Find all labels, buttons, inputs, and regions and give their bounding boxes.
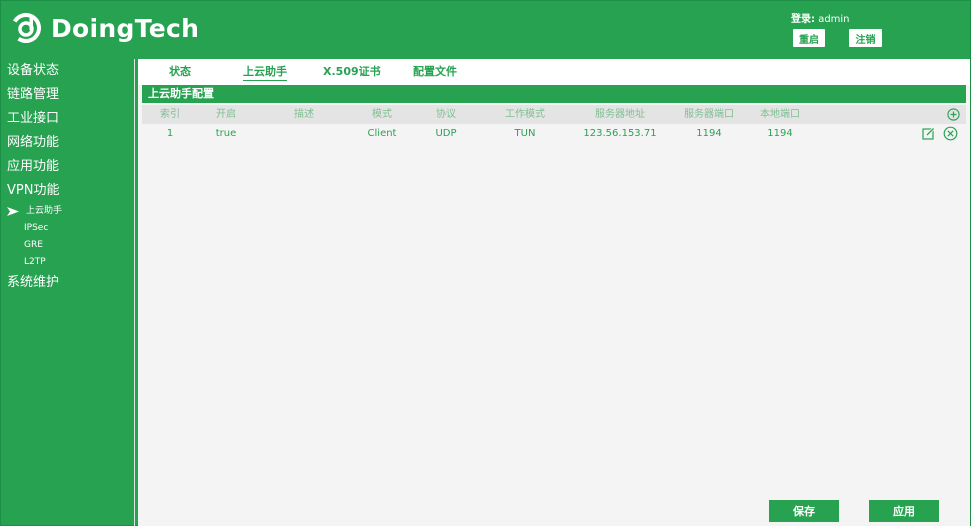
column-header-index: 索引 — [160, 109, 180, 120]
tab-status[interactable]: 状态 — [169, 63, 191, 79]
sidebar: 设备状态 链路管理 工业接口 网络功能 应用功能 VPN功能 上云助手 IPSe… — [7, 59, 133, 295]
table-header: 索引 开启 描述 模式 协议 工作模式 服务器地址 服务器端口 本地端口 — [142, 105, 966, 124]
section-title: 上云助手配置 — [142, 85, 966, 103]
cell-server-port: 1194 — [696, 128, 722, 139]
main-content: 状态 上云助手 X.509证书 配置文件 上云助手配置 索引 开启 描述 模式 … — [138, 59, 970, 526]
edit-icon[interactable] — [922, 127, 935, 140]
login-label: 登录: — [791, 14, 815, 25]
sidebar-subitem-label: 上云助手 — [26, 206, 63, 216]
save-button[interactable]: 保存 — [769, 500, 839, 522]
sidebar-subitem-gre[interactable]: GRE — [7, 237, 133, 254]
sidebar-divider — [134, 59, 135, 526]
column-header-work-mode: 工作模式 — [505, 109, 545, 120]
tab-config-file[interactable]: 配置文件 — [413, 63, 457, 79]
sidebar-item-network-functions[interactable]: 网络功能 — [7, 131, 133, 155]
login-user: admin — [818, 14, 850, 25]
brand-name: DoingTech — [51, 13, 200, 43]
doingtech-logo-icon — [11, 13, 41, 43]
sidebar-subitem-l2tp[interactable]: L2TP — [7, 254, 133, 271]
sidebar-item-application-functions[interactable]: 应用功能 — [7, 155, 133, 179]
arrow-right-icon — [7, 207, 19, 216]
column-header-enabled: 开启 — [216, 109, 236, 120]
tab-cloud-assistant[interactable]: 上云助手 — [243, 63, 287, 81]
cell-enabled: true — [215, 128, 237, 139]
cell-protocol: UDP — [435, 128, 457, 139]
logout-button[interactable]: 注销 — [849, 29, 882, 47]
cell-index: 1 — [166, 128, 174, 139]
column-header-local-port: 本地端口 — [760, 109, 800, 120]
sidebar-item-device-status[interactable]: 设备状态 — [7, 59, 133, 83]
apply-button[interactable]: 应用 — [869, 500, 939, 522]
cell-mode: Client — [367, 128, 397, 139]
app-frame: DoingTech 登录: admin 重启 注销 设备状态 链路管理 工业接口… — [0, 0, 971, 526]
sidebar-item-vpn-functions[interactable]: VPN功能 — [7, 179, 133, 203]
column-header-protocol: 协议 — [436, 109, 456, 120]
tab-bar: 状态 上云助手 X.509证书 配置文件 — [138, 59, 970, 85]
delete-circle-icon[interactable] — [943, 126, 958, 141]
sidebar-item-system-maintenance[interactable]: 系统维护 — [7, 271, 133, 295]
brand-logo: DoingTech — [11, 13, 199, 43]
cell-work-mode: TUN — [514, 128, 536, 139]
column-header-server-address: 服务器地址 — [595, 109, 645, 120]
cell-server-address: 123.56.153.71 — [583, 128, 657, 139]
tab-x509-certificate[interactable]: X.509证书 — [323, 63, 381, 79]
sidebar-subitem-ipsec[interactable]: IPSec — [7, 220, 133, 237]
sidebar-subitem-cloud-assistant[interactable]: 上云助手 — [7, 203, 133, 220]
table-row: 1 true Client UDP TUN 123.56.153.71 1194… — [142, 124, 966, 143]
cell-local-port: 1194 — [767, 128, 793, 139]
column-header-description: 描述 — [294, 109, 314, 120]
sidebar-item-industrial-interface[interactable]: 工业接口 — [7, 107, 133, 131]
add-circle-icon[interactable] — [947, 108, 960, 121]
login-info: 登录: admin — [791, 10, 850, 25]
column-header-server-port: 服务器端口 — [684, 109, 734, 120]
restart-button[interactable]: 重启 — [793, 29, 825, 47]
column-header-mode: 模式 — [372, 109, 392, 120]
sidebar-item-link-management[interactable]: 链路管理 — [7, 83, 133, 107]
